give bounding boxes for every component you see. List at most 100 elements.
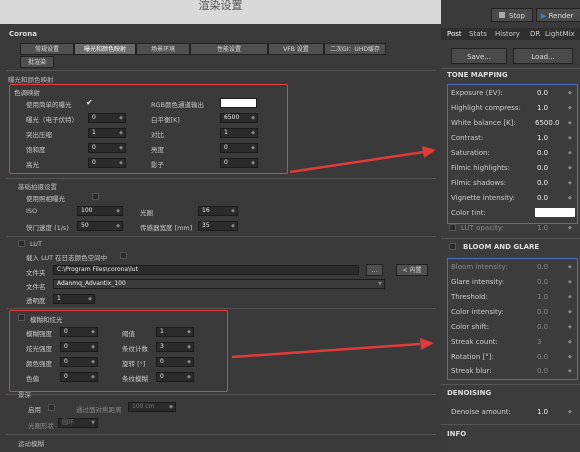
spinner-icon[interactable]: ◆: [568, 90, 572, 96]
tab-performance[interactable]: 性能设置: [190, 43, 268, 55]
bloom-checkbox[interactable]: [449, 243, 456, 250]
spinner-icon[interactable]: ◆: [568, 339, 572, 345]
threshold-value[interactable]: 1.0: [537, 293, 548, 301]
render-button[interactable]: ▶ Render: [536, 8, 580, 22]
tab-history[interactable]: History: [495, 28, 520, 40]
spinner-icon[interactable]: ◆: [568, 195, 572, 201]
tab-exposure[interactable]: 曝光和颜色映射: [74, 43, 136, 55]
spinner-icon[interactable]: ◆: [568, 264, 572, 270]
lut-log-checkbox[interactable]: [120, 252, 127, 259]
divider: [6, 308, 436, 309]
exposure-field[interactable]: 0 ◆: [88, 113, 126, 123]
highlights-field[interactable]: 0 ◆: [88, 158, 126, 168]
saturation-label: 饱和度: [26, 146, 46, 154]
tab-uhd-cache[interactable]: 二次GI：UHD缓存: [324, 43, 386, 55]
lut-opacity-value[interactable]: 1.0: [537, 224, 548, 232]
spinner-icon[interactable]: ◆: [568, 105, 572, 111]
spinner-icon[interactable]: ◆: [568, 165, 572, 171]
glare-intensity-value[interactable]: 0.0: [537, 278, 548, 286]
rgb-color-swatch[interactable]: [220, 98, 257, 108]
browse-button[interactable]: ...: [366, 264, 383, 276]
dof-enable-checkbox[interactable]: [48, 404, 55, 411]
spinner-icon[interactable]: ◆: [568, 324, 572, 330]
spinner-icon[interactable]: ◆: [568, 225, 572, 231]
shadows-field[interactable]: 0 ◆: [220, 158, 258, 168]
streak-count-field[interactable]: 3 ◆: [156, 342, 194, 352]
color-shift-value[interactable]: 0.0: [537, 323, 548, 331]
fstop-field[interactable]: 16 ◆: [198, 206, 238, 216]
lut-opacity-checkbox[interactable]: [449, 224, 456, 231]
brightness-field[interactable]: 0 ◆: [220, 143, 258, 153]
white-balance-value[interactable]: 6500.0: [535, 119, 560, 127]
lut-folder-field[interactable]: C:\Program Files\corona\lut: [53, 265, 359, 275]
white-balance-label: White balance [K]:: [451, 119, 516, 127]
streak-blur-field[interactable]: 0 ◆: [156, 372, 194, 382]
glare-intensity-field[interactable]: 0 ◆: [60, 342, 98, 352]
vignette-value[interactable]: 0.0: [537, 194, 548, 202]
spinner-icon[interactable]: ◆: [568, 294, 572, 300]
color-shift-field[interactable]: 0 ◆: [60, 372, 98, 382]
divider: [441, 424, 580, 425]
tab-batch[interactable]: 批渲染: [20, 56, 54, 68]
exposure-value[interactable]: 0.0: [537, 89, 548, 97]
lut-opacity-field[interactable]: 1 ◆: [53, 294, 95, 304]
focus-distance-field[interactable]: 100 cm ◆: [128, 402, 176, 412]
vignette-label: Vignette intensity:: [451, 194, 515, 202]
bloom-intensity-value[interactable]: 0.0: [537, 263, 548, 271]
color-tint-swatch[interactable]: [535, 208, 575, 217]
contrast-value[interactable]: 1.0: [537, 134, 548, 142]
spinner-icon[interactable]: ◆: [568, 368, 572, 374]
rotation-field[interactable]: 0 ◆: [156, 357, 194, 367]
color-intensity-value[interactable]: 0.0: [537, 308, 548, 316]
highlights-label: 高光: [26, 161, 39, 169]
color-intensity-field[interactable]: 0 ◆: [60, 357, 98, 367]
tab-vfb[interactable]: VFB 设置: [268, 43, 324, 55]
play-icon: ▶: [541, 12, 547, 20]
lut-checkbox[interactable]: [18, 240, 25, 247]
sensor-width-field[interactable]: 35 ◆: [198, 221, 238, 231]
spinner-icon[interactable]: ◆: [568, 279, 572, 285]
highlight-compress-field[interactable]: 1 ◆: [88, 128, 126, 138]
streak-count-value[interactable]: 3: [537, 338, 541, 346]
checkmark-icon[interactable]: ✔: [86, 98, 93, 107]
lut-file-dropdown[interactable]: Adanmq_Advantix_100 ▼: [53, 279, 385, 289]
spinner-icon[interactable]: ◆: [568, 150, 572, 156]
tab-scene[interactable]: 场景环境: [136, 43, 190, 55]
save-button[interactable]: Save...: [451, 48, 507, 64]
tab-post[interactable]: Post: [447, 28, 462, 40]
builtin-button[interactable]: < 内置: [396, 264, 428, 276]
white-balance-field[interactable]: 6500 ◆: [220, 113, 258, 123]
stop-button[interactable]: Stop: [491, 8, 533, 22]
iso-field[interactable]: 100 ◆: [77, 206, 123, 216]
threshold-label: 阈值: [122, 330, 135, 338]
denoise-amount-value[interactable]: 1.0: [537, 408, 548, 416]
spinner-icon[interactable]: ◆: [568, 309, 572, 315]
spinner-icon[interactable]: ◆: [568, 135, 572, 141]
tab-general[interactable]: 常规设置: [20, 43, 74, 55]
spinner-icon[interactable]: ◆: [568, 180, 572, 186]
streak-blur-value[interactable]: 0.0: [537, 367, 548, 375]
tab-lightmix[interactable]: LightMix: [545, 28, 575, 40]
contrast-field[interactable]: 1 ◆: [220, 128, 258, 138]
threshold-field[interactable]: 1 ◆: [156, 327, 194, 337]
photo-exposure-checkbox[interactable]: [92, 193, 99, 200]
spinner-icon[interactable]: ◆: [568, 354, 572, 360]
tab-dr[interactable]: DR: [530, 28, 540, 40]
lut-folder-label: 文件夹: [26, 269, 46, 277]
highlight-compress-value[interactable]: 1.0: [537, 104, 548, 112]
filmic-shadows-value[interactable]: 0.0: [537, 179, 548, 187]
filmic-highlights-value[interactable]: 0.0: [537, 164, 548, 172]
spinner-icon[interactable]: ◆: [568, 409, 572, 415]
blur-intensity-field[interactable]: 0 ◆: [60, 327, 98, 337]
rotation-value[interactable]: 0.0: [537, 353, 548, 361]
threshold-label: Threshold:: [451, 293, 488, 301]
shutter-field[interactable]: 50 ◆: [77, 221, 123, 231]
tab-stats[interactable]: Stats: [469, 28, 487, 40]
saturation-value[interactable]: 0.0: [537, 149, 548, 157]
bloom-checkbox[interactable]: [18, 314, 25, 321]
bokeh-shape-dropdown[interactable]: 圆环 ▼: [58, 418, 98, 428]
saturation-field[interactable]: 0 ◆: [88, 143, 126, 153]
spinner-icon[interactable]: ◆: [568, 120, 572, 126]
color-intensity-label: 颜色强度: [26, 360, 52, 368]
load-button[interactable]: Load...: [513, 48, 573, 64]
